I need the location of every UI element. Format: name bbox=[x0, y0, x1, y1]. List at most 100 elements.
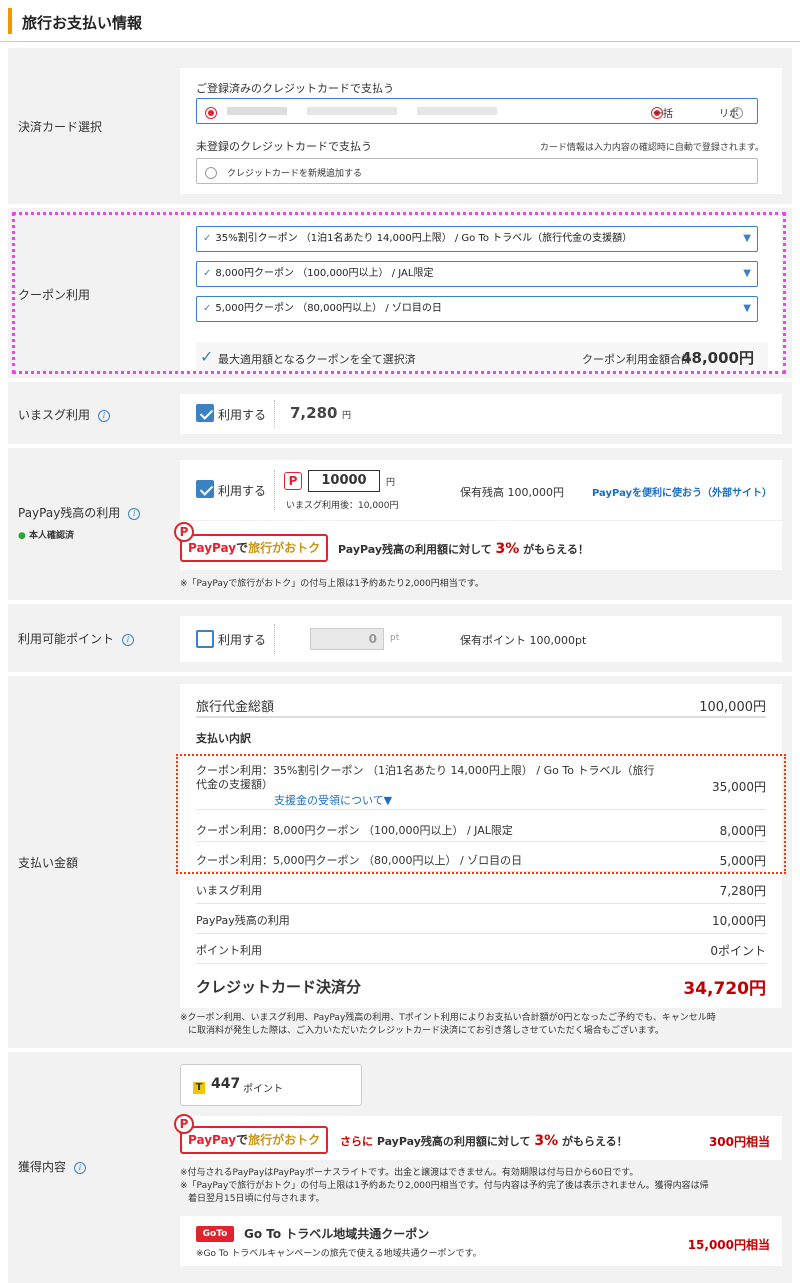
earned-notes: ※付与されるPayPayはPayPayボーナスライトです。出金と譲渡はできません… bbox=[180, 1167, 709, 1206]
promo-pre: PayPay残高の利用額に対して bbox=[373, 1135, 535, 1148]
header-accent-bar bbox=[8, 8, 12, 34]
points-content: 利用する 0 pt 保有ポイント 100,000pt bbox=[180, 616, 782, 662]
masked-card-expiry bbox=[417, 107, 497, 115]
divider bbox=[274, 624, 275, 654]
imasugu-amount: 7,280 bbox=[290, 404, 338, 422]
total-fare-row: 旅行代金総額 100,000円 bbox=[196, 690, 766, 718]
total-fare-label: 旅行代金総額 bbox=[196, 700, 275, 715]
imasugu-payment-value: 7,280円 bbox=[719, 884, 766, 898]
card-label: 決済カード選択 bbox=[18, 120, 103, 134]
paypay-use-label: 利用する bbox=[218, 484, 267, 498]
badge-paypay-text: PayPay bbox=[188, 1133, 237, 1147]
paypay-payment-row: PayPay残高の利用 10,000円 bbox=[196, 904, 766, 934]
earned-note2-line2: 着日翌月15日頃に付与されます。 bbox=[188, 1194, 325, 1204]
points-held: 保有ポイント 100,000pt bbox=[460, 634, 587, 647]
earned-points-box: 447 ポイント bbox=[180, 1064, 362, 1106]
tpoint-icon bbox=[193, 1081, 205, 1094]
earned-promo-value: 300円相当 bbox=[708, 1135, 770, 1149]
paypay-checkbox[interactable] bbox=[196, 480, 214, 498]
row-card-selection: 決済カード選択 ご登録済みのクレジットカードで支払う 一括 リボ 未登録のクレジ… bbox=[8, 48, 792, 206]
divider bbox=[274, 400, 275, 428]
add-new-card-label: クレジットカードを新規追加する bbox=[227, 169, 363, 179]
promo-further: さらに bbox=[340, 1135, 373, 1148]
payment-note-line1: ※クーポン利用、いまスグ利用、PayPay残高の利用、Tポイント利用によりお支払… bbox=[180, 1013, 716, 1023]
promo-post: がもらえる！ bbox=[558, 1135, 628, 1148]
add-new-card-option[interactable]: クレジットカードを新規追加する bbox=[196, 158, 758, 184]
paypay-unit: 円 bbox=[386, 478, 396, 488]
points-label-text: 利用可能ポイント bbox=[18, 632, 115, 646]
paypay-payment-value: 10,000円 bbox=[712, 914, 766, 928]
row-earned: 獲得内容 i 447 ポイント PayPayで旅行がおトク P さらに PayPa… bbox=[8, 1052, 792, 1283]
divider bbox=[180, 520, 782, 521]
points-use-label: 利用する bbox=[218, 633, 267, 647]
paypay-balance: 保有残高 100,000円 bbox=[460, 486, 564, 499]
registered-card-radio[interactable] bbox=[205, 106, 217, 119]
paypay-content: 利用する P 10000 円 いまスグ利用後：10,000円 保有残高 100,… bbox=[174, 460, 782, 570]
revolving-label: リボ bbox=[719, 109, 739, 120]
add-new-card-radio[interactable] bbox=[205, 166, 217, 179]
info-icon[interactable]: i bbox=[128, 507, 141, 520]
info-icon[interactable]: i bbox=[74, 1161, 87, 1174]
paypay-label: PayPay残高の利用 i bbox=[18, 504, 141, 521]
imasugu-payment-row: いまスグ利用 7,280円 bbox=[196, 874, 766, 904]
divider bbox=[274, 470, 275, 510]
masked-card-number bbox=[227, 107, 287, 115]
points-unit: pt bbox=[390, 633, 400, 643]
unregistered-card-title: 未登録のクレジットカードで支払う bbox=[196, 140, 372, 153]
earned-label-text: 獲得内容 bbox=[18, 1160, 67, 1174]
paypay-payment-label: PayPay残高の利用 bbox=[196, 914, 290, 927]
point-payment-value: 0ポイント bbox=[710, 944, 766, 958]
credit-payment-label: クレジットカード決済分 bbox=[196, 978, 362, 996]
unregistered-card-note: カード情報は入力内容の確認時に自動で登録されます。 bbox=[539, 143, 764, 153]
points-amount-input[interactable]: 0 bbox=[310, 628, 384, 650]
row-imasugu: いまスグ利用 i 利用する 7,280 円 bbox=[8, 382, 792, 446]
earned-note1: ※付与されるPayPayはPayPayボーナスライトです。出金と譲渡はできません… bbox=[180, 1168, 639, 1178]
credit-payment-value: 34,720円 bbox=[683, 979, 766, 999]
earned-promo-text: さらに PayPay残高の利用額に対して 3% がもらえる！ bbox=[340, 1133, 628, 1149]
imasugu-label-text: いまスグ利用 bbox=[18, 408, 91, 422]
badge-de-text: で bbox=[236, 541, 249, 555]
page-title: 旅行お支払い情報 bbox=[22, 14, 143, 32]
registered-card-title: ご登録済みのクレジットカードで支払う bbox=[196, 82, 394, 95]
imasugu-checkbox[interactable] bbox=[196, 404, 214, 422]
badge-ryo-text: 旅行がおトク bbox=[248, 1133, 321, 1147]
badge-de-text: で bbox=[236, 1133, 249, 1147]
imasugu-unit: 円 bbox=[342, 411, 352, 421]
paypay-note: ※「PayPayで旅行がおトク」の付与上限は1予約あたり2,000円相当です。 bbox=[180, 579, 484, 589]
verified-badge: ● 本人確認済 bbox=[18, 528, 74, 541]
credit-payment-row: クレジットカード決済分 34,720円 bbox=[196, 968, 766, 1004]
masked-card-name bbox=[307, 107, 397, 115]
promo-pre: PayPay残高の利用額に対して bbox=[338, 543, 496, 556]
paypay-circle-icon: P bbox=[174, 522, 194, 542]
paypay-after-text: いまスグ利用後：10,000円 bbox=[286, 501, 399, 511]
total-fare-value: 100,000円 bbox=[699, 700, 766, 715]
goto-value: 15,000円相当 bbox=[687, 1238, 770, 1252]
promo-post: がもらえる！ bbox=[519, 543, 589, 556]
badge-paypay-text: PayPay bbox=[188, 541, 237, 555]
verified-check-icon: ● bbox=[18, 531, 26, 541]
payment-note: ※クーポン利用、いまスグ利用、PayPay残高の利用、Tポイント利用によりお支払… bbox=[180, 1012, 716, 1038]
imasugu-use-label: 利用する bbox=[218, 408, 267, 422]
earned-note2-line1: ※「PayPayで旅行がおトク」の付与上限は1予約あたり2,000円相当です。付… bbox=[180, 1181, 709, 1191]
payment-note-line2: に取消料が発生した際は、ご入力いただいたクレジットカード決済にてお引き落しさせて… bbox=[188, 1026, 664, 1036]
goto-note: ※Go To トラベルキャンペーンの旅先で使える地域共通クーポンです。 bbox=[196, 1249, 482, 1259]
point-payment-row: ポイント利用 0ポイント bbox=[196, 934, 766, 964]
earned-label: 獲得内容 i bbox=[18, 1158, 87, 1175]
section-header: 旅行お支払い情報 bbox=[0, 0, 800, 42]
info-icon[interactable]: i bbox=[98, 409, 111, 422]
paypay-external-link[interactable]: PayPayを便利に使おう（外部サイト） bbox=[592, 484, 772, 499]
paypay-promo-badge: PayPayで旅行がおトク bbox=[180, 1126, 329, 1154]
paypay-amount-input[interactable]: 10000 bbox=[308, 470, 380, 492]
registered-card-box[interactable]: 一括 リボ bbox=[196, 98, 758, 124]
earned-points-value: 447 bbox=[211, 1076, 241, 1092]
card-content: ご登録済みのクレジットカードで支払う 一括 リボ 未登録のクレジットカードで支払… bbox=[180, 68, 782, 194]
point-payment-label: ポイント利用 bbox=[196, 944, 262, 957]
promo-pct: 3% bbox=[495, 541, 520, 557]
verified-text: 本人確認済 bbox=[29, 531, 75, 541]
points-checkbox[interactable] bbox=[196, 630, 214, 648]
breakdown-title: 支払い内訳 bbox=[196, 732, 251, 745]
paypay-promo-badge: PayPayで旅行がおトク bbox=[180, 534, 329, 562]
payment-label: 支払い金額 bbox=[18, 856, 79, 870]
imasugu-content: 利用する 7,280 円 bbox=[180, 394, 782, 434]
info-icon[interactable]: i bbox=[122, 633, 135, 646]
